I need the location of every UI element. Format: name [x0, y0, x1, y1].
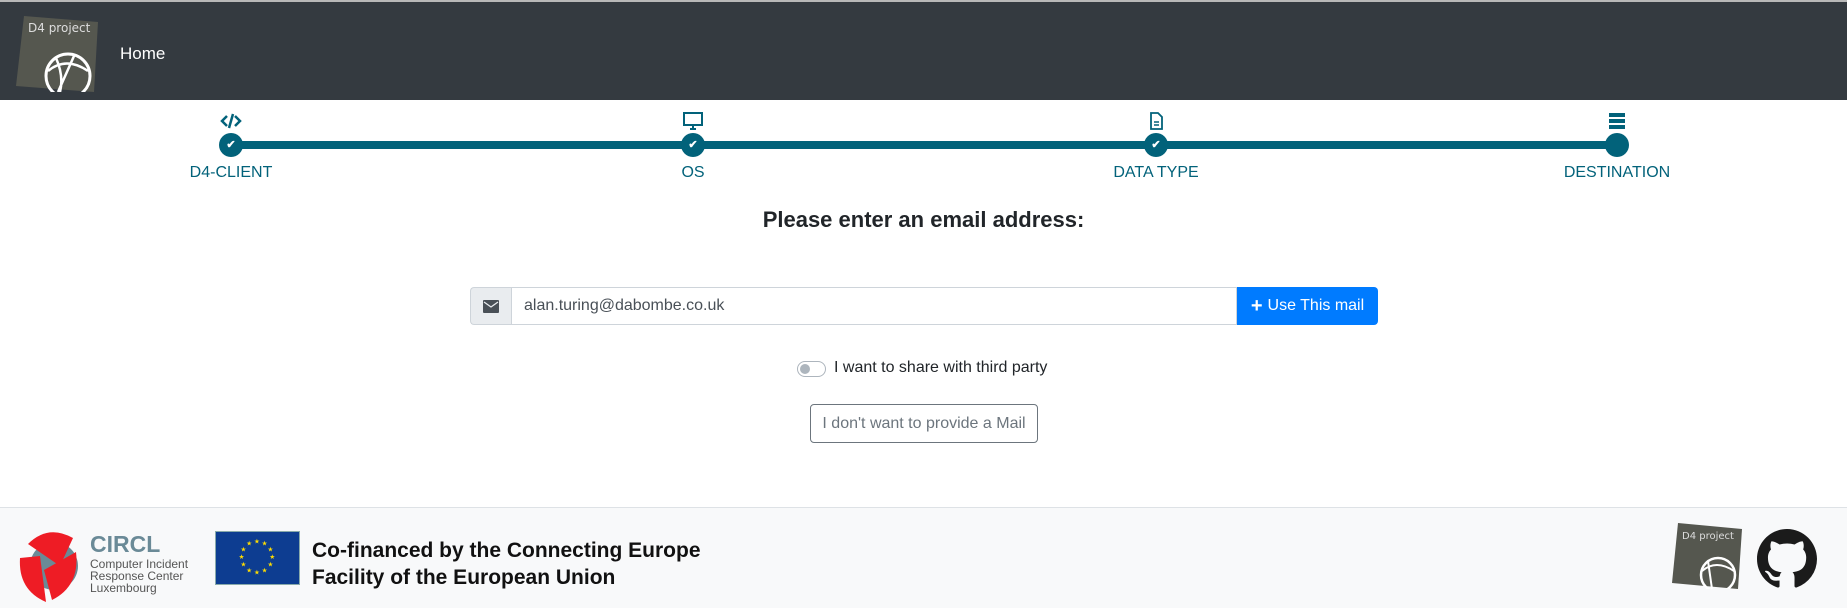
use-this-mail-button[interactable]: + Use This mail	[1237, 287, 1378, 325]
step-label: DATA TYPE	[1113, 164, 1199, 181]
navbar: D4 project Home	[0, 0, 1847, 100]
cofinanced-line: Facility of the European Union	[312, 566, 616, 589]
share-third-party-label[interactable]: I want to share with third party	[834, 359, 1047, 377]
use-this-mail-label: Use This mail	[1267, 297, 1365, 314]
svg-text:★: ★	[241, 561, 247, 569]
cofinanced-line: Co-financed by the Connecting Europe	[312, 539, 701, 562]
step-complete-check-icon: ✔	[219, 133, 243, 157]
step-label: DESTINATION	[1563, 164, 1671, 181]
step-complete-check-icon: ✔	[1144, 133, 1168, 157]
email-input-group: + Use This mail	[470, 287, 1378, 325]
server-icon	[1609, 113, 1625, 129]
no-mail-button[interactable]: I don't want to provide a Mail	[810, 404, 1038, 443]
plus-icon: +	[1250, 294, 1263, 317]
github-icon[interactable]	[1757, 529, 1817, 589]
cofinanced-text: Co-financed by the Connecting Europe Fac…	[312, 537, 701, 591]
svg-text:D4 project: D4 project	[1682, 531, 1734, 542]
email-input[interactable]	[511, 287, 1237, 325]
file-icon	[1150, 112, 1163, 130]
svg-text:★: ★	[254, 538, 260, 546]
d4-project-logo[interactable]: D4 project	[16, 16, 98, 92]
circl-subtitle-line: Luxembourg	[90, 581, 157, 595]
page-title: Please enter an email address:	[762, 207, 1085, 232]
step-current-dot	[1605, 133, 1629, 157]
footer: CIRCL Computer Incident Response Center …	[0, 507, 1847, 608]
svg-text:D4 project: D4 project	[28, 21, 91, 35]
svg-text:★: ★	[269, 553, 275, 561]
svg-text:★: ★	[246, 566, 252, 574]
envelope-icon	[470, 287, 511, 325]
step-label: D4-CLIENT	[189, 164, 273, 181]
svg-text:★: ★	[254, 568, 260, 576]
stepper-progress-line	[231, 141, 1617, 149]
circl-subtitle: Computer Incident Response Center Luxemb…	[90, 558, 188, 594]
svg-text:★: ★	[246, 539, 252, 547]
share-third-party-toggle[interactable]	[797, 361, 826, 377]
code-icon	[220, 113, 242, 129]
svg-text:★: ★	[262, 566, 268, 574]
svg-text:★: ★	[267, 545, 273, 553]
desktop-icon	[683, 112, 703, 130]
svg-text:★: ★	[267, 561, 273, 569]
circl-logo[interactable]	[18, 530, 90, 602]
step-complete-check-icon: ✔	[681, 133, 705, 157]
nav-home-link[interactable]: Home	[120, 44, 165, 64]
eu-flag-icon: ★ ★★★★★★★★★★★	[215, 531, 300, 585]
d4-project-footer-logo[interactable]: D4 project	[1672, 523, 1742, 589]
circl-name: CIRCL	[90, 531, 161, 557]
step-label: OS	[681, 164, 705, 181]
svg-text:★: ★	[239, 553, 245, 561]
